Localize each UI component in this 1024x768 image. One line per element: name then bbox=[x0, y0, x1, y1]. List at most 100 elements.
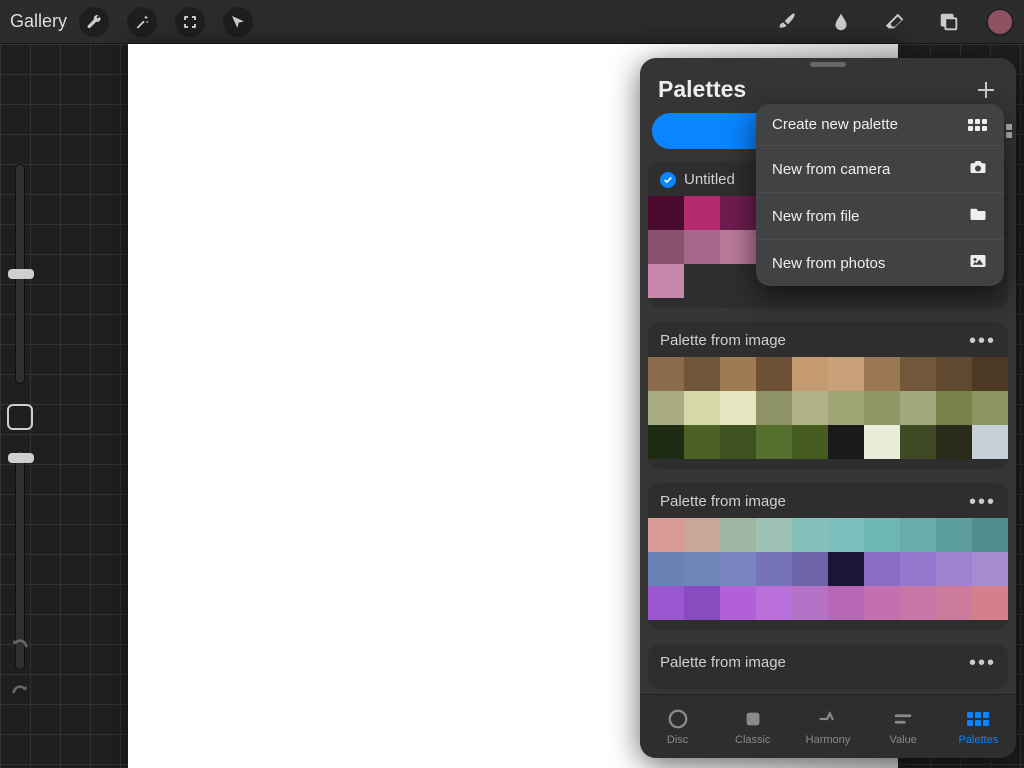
swatch[interactable] bbox=[720, 552, 756, 586]
swatch[interactable] bbox=[684, 586, 720, 620]
swatch[interactable] bbox=[684, 425, 720, 459]
tab-palettes[interactable]: Palettes bbox=[946, 708, 1010, 746]
swatch[interactable] bbox=[972, 586, 1008, 620]
swatch[interactable] bbox=[972, 552, 1008, 586]
add-palette-button[interactable] bbox=[974, 78, 998, 102]
actions-button[interactable] bbox=[79, 7, 109, 37]
menu-item[interactable]: New from camera bbox=[756, 145, 1004, 192]
swatch[interactable] bbox=[864, 586, 900, 620]
swatch[interactable] bbox=[720, 425, 756, 459]
swatch[interactable] bbox=[720, 230, 756, 264]
swatch[interactable] bbox=[972, 357, 1008, 391]
palette-more-button[interactable]: ••• bbox=[969, 498, 996, 506]
tab-classic[interactable]: Classic bbox=[721, 708, 785, 746]
swatch[interactable] bbox=[684, 196, 720, 230]
palette-more-button[interactable]: ••• bbox=[969, 337, 996, 345]
adjustments-button[interactable] bbox=[127, 7, 157, 37]
swatch[interactable] bbox=[900, 357, 936, 391]
menu-item[interactable]: New from file bbox=[756, 192, 1004, 239]
swatch[interactable] bbox=[648, 230, 684, 264]
swatch[interactable] bbox=[828, 391, 864, 425]
swatch[interactable] bbox=[900, 425, 936, 459]
modify-button[interactable] bbox=[7, 404, 33, 430]
smudge-button[interactable] bbox=[824, 5, 858, 39]
swatch[interactable] bbox=[936, 357, 972, 391]
swatch[interactable] bbox=[684, 357, 720, 391]
swatch[interactable] bbox=[684, 391, 720, 425]
tab-harmony[interactable]: Harmony bbox=[796, 708, 860, 746]
swatch[interactable] bbox=[648, 196, 684, 230]
palette-name[interactable]: Palette from image bbox=[660, 493, 786, 510]
swatch[interactable] bbox=[648, 357, 684, 391]
swatch[interactable] bbox=[720, 357, 756, 391]
swatch[interactable] bbox=[972, 425, 1008, 459]
swatch[interactable] bbox=[792, 425, 828, 459]
swatch[interactable] bbox=[792, 391, 828, 425]
swatch[interactable] bbox=[972, 518, 1008, 552]
swatch[interactable] bbox=[648, 552, 684, 586]
slider-thumb[interactable] bbox=[8, 269, 34, 279]
swatch[interactable] bbox=[648, 425, 684, 459]
swatch[interactable] bbox=[756, 518, 792, 552]
swatch[interactable] bbox=[828, 552, 864, 586]
swatch[interactable] bbox=[936, 518, 972, 552]
swatch[interactable] bbox=[756, 357, 792, 391]
swatch[interactable] bbox=[972, 391, 1008, 425]
palette-name[interactable]: Palette from image bbox=[660, 332, 786, 349]
swatch[interactable] bbox=[936, 586, 972, 620]
swatch[interactable] bbox=[792, 552, 828, 586]
swatch[interactable] bbox=[648, 391, 684, 425]
menu-item[interactable]: New from photos bbox=[756, 239, 1004, 286]
swatch[interactable] bbox=[792, 586, 828, 620]
swatch[interactable] bbox=[720, 391, 756, 425]
swatch[interactable] bbox=[648, 518, 684, 552]
swatch[interactable] bbox=[864, 425, 900, 459]
swatch[interactable] bbox=[864, 518, 900, 552]
tab-disc[interactable]: Disc bbox=[646, 708, 710, 746]
swatch[interactable] bbox=[864, 391, 900, 425]
swatch[interactable] bbox=[900, 586, 936, 620]
transform-button[interactable] bbox=[223, 7, 253, 37]
swatch[interactable] bbox=[900, 391, 936, 425]
swatch[interactable] bbox=[684, 230, 720, 264]
color-button[interactable] bbox=[986, 8, 1014, 36]
swatch[interactable] bbox=[828, 425, 864, 459]
redo-button[interactable] bbox=[6, 680, 34, 708]
swatch[interactable] bbox=[828, 586, 864, 620]
swatch[interactable] bbox=[900, 518, 936, 552]
swatch[interactable] bbox=[648, 264, 684, 298]
undo-button[interactable] bbox=[6, 634, 34, 662]
swatch[interactable] bbox=[900, 552, 936, 586]
brush-size-slider[interactable] bbox=[15, 164, 25, 384]
tab-value[interactable]: Value bbox=[871, 708, 935, 746]
swatch[interactable] bbox=[684, 518, 720, 552]
swatch[interactable] bbox=[720, 518, 756, 552]
swatch[interactable] bbox=[756, 552, 792, 586]
slider-thumb[interactable] bbox=[8, 453, 34, 463]
swatch[interactable] bbox=[684, 552, 720, 586]
palette-more-button[interactable]: ••• bbox=[969, 659, 996, 667]
swatch[interactable] bbox=[720, 586, 756, 620]
swatch[interactable] bbox=[864, 552, 900, 586]
eraser-button[interactable] bbox=[878, 5, 912, 39]
swatch[interactable] bbox=[648, 586, 684, 620]
palette-name[interactable]: Untitled bbox=[660, 171, 735, 188]
drag-handle[interactable] bbox=[810, 62, 846, 67]
swatch[interactable] bbox=[756, 391, 792, 425]
selection-button[interactable] bbox=[175, 7, 205, 37]
swatch[interactable] bbox=[936, 391, 972, 425]
swatch[interactable] bbox=[792, 357, 828, 391]
swatch[interactable] bbox=[756, 586, 792, 620]
layers-button[interactable] bbox=[932, 5, 966, 39]
brush-button[interactable] bbox=[770, 5, 804, 39]
swatch[interactable] bbox=[756, 425, 792, 459]
swatch[interactable] bbox=[720, 196, 756, 230]
swatch[interactable] bbox=[936, 425, 972, 459]
gallery-button[interactable]: Gallery bbox=[10, 11, 67, 32]
swatch[interactable] bbox=[828, 357, 864, 391]
swatch[interactable] bbox=[936, 552, 972, 586]
palette-name[interactable]: Palette from image bbox=[660, 654, 786, 671]
swatch[interactable] bbox=[864, 357, 900, 391]
swatch[interactable] bbox=[828, 518, 864, 552]
swatch[interactable] bbox=[792, 518, 828, 552]
